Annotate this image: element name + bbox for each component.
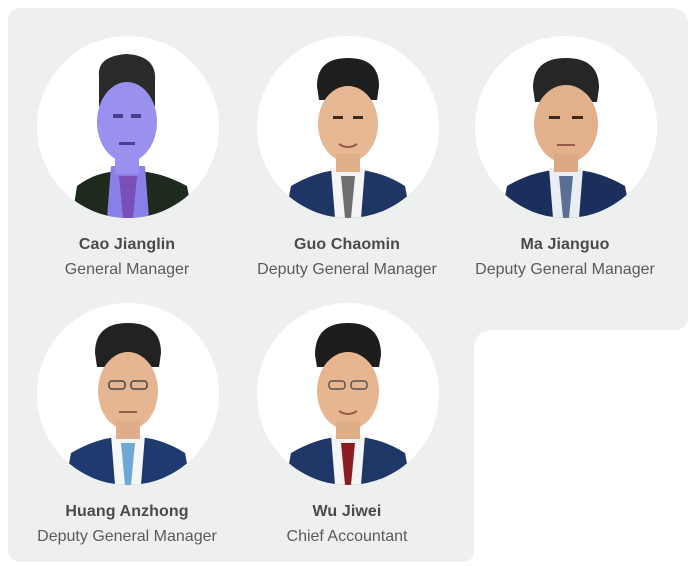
member-title: Deputy General Manager (475, 261, 655, 278)
member-name: Wu Jiwei (312, 503, 382, 520)
member-photo (475, 36, 657, 218)
member-name: Guo Chaomin (294, 236, 400, 253)
member-title: Deputy General Manager (37, 528, 217, 545)
member-name: Huang Anzhong (65, 503, 189, 520)
member-title: General Manager (64, 261, 190, 278)
member-title: Chief Accountant (286, 528, 408, 545)
management-panel: Cao Jianglin General Manager Guo Chaomin… (0, 0, 694, 566)
member-name: Cao Jianglin (78, 236, 176, 253)
member-photo (257, 36, 439, 218)
member-photo (37, 36, 219, 218)
member-title: Deputy General Manager (257, 261, 437, 278)
member-name: Ma Jianguo (520, 236, 610, 253)
member-photo (37, 303, 219, 485)
member-photo (257, 303, 439, 485)
